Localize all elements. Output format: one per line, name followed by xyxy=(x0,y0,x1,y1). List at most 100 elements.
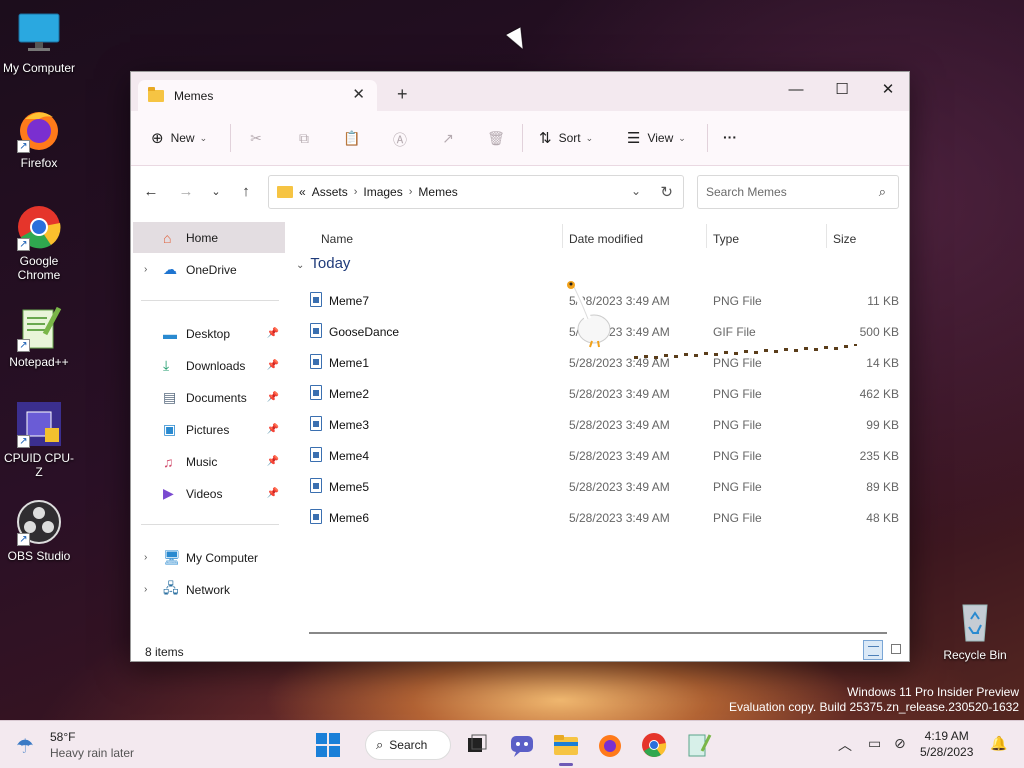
command-bar: ⊕ New ⌄ ✂ ⧉ 📋 Ⓐ ↗ 🗑 ⇅ Sort ⌄ ☰ View ⌄ ··… xyxy=(131,111,909,166)
breadcrumb-images[interactable]: Images xyxy=(363,185,402,199)
copy-icon[interactable]: ⧉ xyxy=(294,130,314,147)
chevron-right-icon[interactable]: › xyxy=(144,264,147,275)
tiles-view-button[interactable] xyxy=(891,644,901,654)
breadcrumb-assets[interactable]: Assets xyxy=(312,185,348,199)
network-disconnected-icon[interactable]: ⊘ xyxy=(894,735,906,752)
horizontal-scrollbar[interactable] xyxy=(307,630,887,638)
search-box[interactable]: Search Memes ⌕ xyxy=(697,175,899,209)
file-type: GIF File xyxy=(713,325,756,339)
maximize-button[interactable]: ☐ xyxy=(819,76,865,106)
nav-item-videos[interactable]: ▶ Videos 📌 xyxy=(133,478,285,509)
system-clock[interactable]: 4:19 AM 5/28/2023 xyxy=(920,728,973,760)
address-bar[interactable]: « Assets › Images › Memes ⌄ ↻ xyxy=(268,175,684,209)
desktop-icon-firefox[interactable]: ↗ Firefox xyxy=(1,105,77,170)
chevron-up-icon[interactable]: ︿ xyxy=(838,735,852,755)
desktop-icon-recycle-bin[interactable]: Recycle Bin xyxy=(937,597,1013,662)
desktop-icon-chrome[interactable]: ↗ Google Chrome xyxy=(1,203,77,282)
paste-icon[interactable]: 📋 xyxy=(342,130,362,147)
file-row[interactable]: Meme6 5/28/2023 3:49 AM PNG File 48 KB xyxy=(291,502,909,533)
tab-close-button[interactable]: ✕ xyxy=(352,85,365,103)
rename-icon[interactable]: Ⓐ xyxy=(390,130,410,150)
image-file-icon xyxy=(310,323,322,338)
notepadpp-taskbar-button[interactable] xyxy=(684,731,712,759)
firefox-taskbar-button[interactable] xyxy=(596,731,624,759)
file-size: 11 KB xyxy=(867,294,899,308)
chevron-right-icon: › xyxy=(408,186,413,198)
sort-button[interactable]: ⇅ Sort ⌄ xyxy=(539,129,593,147)
pin-icon: 📌 xyxy=(266,424,279,435)
recent-locations-chevron-icon[interactable]: ⌄ xyxy=(206,185,226,198)
group-header-today[interactable]: ⌄ Today xyxy=(296,255,350,272)
back-arrow-icon[interactable]: ← xyxy=(141,183,161,200)
new-button[interactable]: ⊕ New ⌄ xyxy=(151,129,207,147)
file-size: 14 KB xyxy=(866,356,899,370)
desktop-icon-notepadpp[interactable]: ↗ Notepad++ xyxy=(1,304,77,369)
up-arrow-icon[interactable]: ↑ xyxy=(236,183,256,200)
desktop-icon-obs[interactable]: ↗ OBS Studio xyxy=(1,498,77,563)
column-divider[interactable] xyxy=(562,224,563,248)
more-options-button[interactable]: ··· xyxy=(723,129,737,145)
nav-item-network[interactable]: › 🖧 Network xyxy=(133,574,285,605)
delete-icon[interactable]: 🗑 xyxy=(486,130,506,147)
start-button[interactable] xyxy=(314,731,342,759)
desktop-icon-my-computer[interactable]: My Computer xyxy=(1,10,77,75)
chrome-taskbar-button[interactable] xyxy=(640,731,668,759)
evaluation-watermark: Windows 11 Pro Insider Preview Evaluatio… xyxy=(729,685,1019,715)
new-tab-button[interactable]: + xyxy=(397,84,408,105)
nav-item-pictures[interactable]: ▣ Pictures 📌 xyxy=(133,414,285,445)
nav-item-onedrive[interactable]: › ☁ OneDrive xyxy=(133,254,285,285)
refresh-icon[interactable]: ↻ xyxy=(660,183,673,201)
minimize-button[interactable]: — xyxy=(773,76,819,106)
weather-description: Heavy rain later xyxy=(50,746,135,760)
sort-icon: ⇅ xyxy=(539,130,552,147)
details-view-button[interactable] xyxy=(863,640,883,660)
nav-item-desktop[interactable]: ▬ Desktop 📌 xyxy=(133,318,285,349)
nav-item-home[interactable]: ⌂ Home xyxy=(133,222,285,253)
teams-chat-button[interactable] xyxy=(508,731,536,759)
nav-item-downloads[interactable]: ⤓ Downloads 📌 xyxy=(133,350,285,381)
nav-item-documents[interactable]: ▤ Documents 📌 xyxy=(133,382,285,413)
videos-icon: ▶ xyxy=(163,485,174,501)
breadcrumb-memes[interactable]: Memes xyxy=(418,185,457,199)
file-row[interactable]: Meme2 5/28/2023 3:49 AM PNG File 462 KB xyxy=(291,378,909,409)
display-icon[interactable]: ▭ xyxy=(868,735,881,752)
file-row[interactable]: Meme3 5/28/2023 3:49 AM PNG File 99 KB xyxy=(291,409,909,440)
file-type: PNG File xyxy=(713,449,762,463)
share-icon[interactable]: ↗ xyxy=(438,130,458,147)
column-header-size[interactable]: Size xyxy=(833,232,856,246)
image-file-icon xyxy=(310,354,322,369)
pin-icon: 📌 xyxy=(266,360,279,371)
forward-arrow-icon[interactable]: → xyxy=(176,183,196,200)
nav-item-my-computer[interactable]: › 🖥 My Computer xyxy=(133,542,285,573)
breadcrumb-overflow[interactable]: « xyxy=(299,185,306,199)
status-bar: 8 items xyxy=(131,638,909,661)
notification-bell-icon[interactable]: 🔔 xyxy=(990,735,1007,752)
file-date: 5/28/2023 3:49 AM xyxy=(569,418,670,432)
cut-icon[interactable]: ✂ xyxy=(246,130,266,147)
view-button[interactable]: ☰ View ⌄ xyxy=(627,129,686,147)
file-type: PNG File xyxy=(713,480,762,494)
column-divider[interactable] xyxy=(706,224,707,248)
chevron-right-icon[interactable]: › xyxy=(144,584,147,595)
column-header-name[interactable]: Name xyxy=(321,232,353,246)
file-type: PNG File xyxy=(713,511,762,525)
nav-label: Music xyxy=(186,454,218,469)
column-header-date[interactable]: Date modified xyxy=(569,232,643,246)
network-icon: 🖧 xyxy=(163,579,179,596)
column-divider[interactable] xyxy=(826,224,827,248)
column-header-type[interactable]: Type xyxy=(713,232,739,246)
close-button[interactable]: ✕ xyxy=(865,76,909,106)
address-dropdown-icon[interactable]: ⌄ xyxy=(631,184,641,198)
file-explorer-taskbar-button[interactable] xyxy=(552,731,580,759)
file-row[interactable]: Meme4 5/28/2023 3:49 AM PNG File 235 KB xyxy=(291,440,909,471)
pin-icon: 📌 xyxy=(266,328,279,339)
chevron-right-icon[interactable]: › xyxy=(144,552,147,563)
desktop-icon-cpuz[interactable]: ↗ CPUID CPU-Z xyxy=(1,400,77,479)
desktop-goose xyxy=(567,281,611,348)
task-view-button[interactable] xyxy=(463,731,491,759)
tab-memes[interactable]: Memes ✕ xyxy=(138,80,377,111)
nav-item-music[interactable]: ♫ Music 📌 xyxy=(133,446,285,477)
file-row[interactable]: Meme5 5/28/2023 3:49 AM PNG File 89 KB xyxy=(291,471,909,502)
image-file-icon xyxy=(310,447,322,462)
taskbar-search[interactable]: ⌕ Search xyxy=(365,730,451,760)
